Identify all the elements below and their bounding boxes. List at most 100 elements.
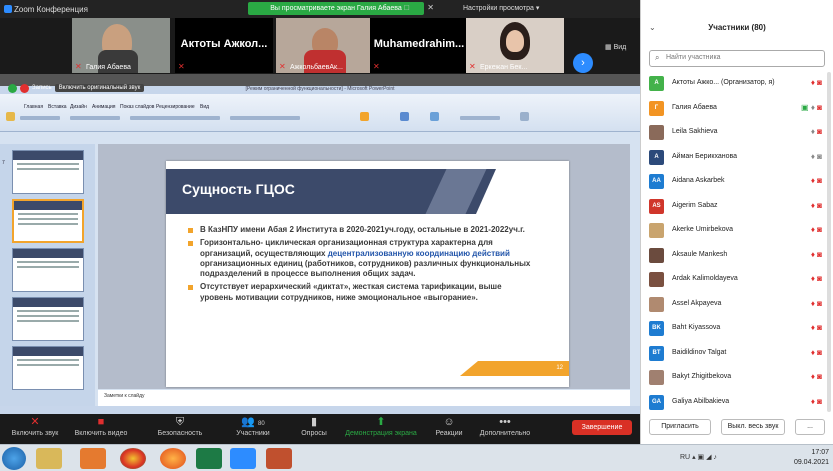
ribbon-tab[interactable]: Дизайн <box>70 104 87 110</box>
participant-status-icons: ♦ ◙ <box>811 348 822 357</box>
participant-row[interactable]: GA Galiya Abilbakieva ♦ ◙ <box>641 390 833 415</box>
participant-status-icons: ♦ ◙ <box>811 274 822 283</box>
participant-status-icons: ♦ ◙ <box>811 176 822 185</box>
end-meeting-button[interactable]: Завершение <box>572 420 632 435</box>
thumbnail[interactable]: ✕ АжкольбаевАк... <box>276 18 374 73</box>
avatar: GA <box>649 394 664 410</box>
arrange-icon[interactable] <box>400 112 409 121</box>
powerpoint-window: [Режим ограниченной функциональности] - … <box>0 86 640 414</box>
mute-all-button[interactable]: Выкл. весь звук <box>721 419 785 435</box>
participant-row[interactable]: A Айман Берикханова ♦ ◙ <box>641 145 833 170</box>
participant-row[interactable]: BK Baht Kiyassova ♦ ◙ <box>641 316 833 341</box>
paste-icon[interactable] <box>6 112 15 121</box>
avatar <box>649 223 664 238</box>
muted-mic-icon: ♦ <box>810 249 815 259</box>
windows-taskbar: RU ▴ ▣ ◢ ♪ 17:07 09.04.2021 <box>0 444 833 471</box>
meeting-toolbar: ✕ Включить звук ■ Включить видео ⛨ Безопасн… <box>0 414 640 444</box>
ribbon-tab[interactable]: Вид <box>200 104 209 110</box>
muted-mic-icon: ♦ <box>810 298 815 308</box>
security-button[interactable]: ⛨ Безопасность <box>150 415 210 437</box>
next-page-arrow-icon[interactable]: › <box>573 53 593 73</box>
participant-row[interactable]: Bakyt Zhigitbekova ♦ ◙ <box>641 365 833 390</box>
video-off-icon: ◙ <box>817 225 822 234</box>
excel-icon[interactable] <box>196 448 222 469</box>
more-button[interactable]: ••• Дополнительно <box>474 415 536 437</box>
share-screen-button[interactable]: ⬆ Демонстрация экрана <box>340 415 422 437</box>
participant-row[interactable]: Leila Sakhieva ♦ ◙ <box>641 120 833 145</box>
slide-thumbnail[interactable] <box>12 297 84 341</box>
ribbon-tab[interactable]: Главная <box>24 104 43 110</box>
slide-thumbnail[interactable] <box>12 346 84 390</box>
mic-icon: ♦ <box>810 151 815 161</box>
system-tray[interactable]: RU ▴ ▣ ◢ ♪ <box>680 453 717 461</box>
participant-name: Bakyt Zhigitbekova <box>672 373 732 380</box>
original-sound-button[interactable]: Включить оригинальный звук <box>54 84 145 92</box>
avatar <box>649 370 664 385</box>
clock[interactable]: 17:07 09.04.2021 <box>794 448 829 468</box>
media-player-icon[interactable] <box>80 448 106 469</box>
window-controls[interactable]: – □ ✕ <box>382 3 442 12</box>
ribbon-tab[interactable]: Вставка <box>48 104 67 110</box>
thumbnail[interactable]: Muhamedrahim... ✕ <box>370 18 468 73</box>
participant-status-icons: ♦ ◙ <box>811 299 822 308</box>
ribbon-tab[interactable]: Показ слайдов <box>120 104 154 110</box>
scrollbar[interactable] <box>827 72 831 412</box>
participant-row[interactable]: Akerke Umirbekova ♦ ◙ <box>641 218 833 243</box>
zoom-icon[interactable] <box>230 448 256 469</box>
slide-number: 12 <box>556 365 563 371</box>
window-title: Zoom Конференция <box>14 4 88 14</box>
participant-name: Aksaule Mankesh <box>672 250 728 258</box>
reactions-button[interactable]: ☺ Реакции <box>428 415 470 437</box>
start-video-button[interactable]: ■ Включить видео <box>70 415 132 437</box>
video-off-icon: ◙ <box>817 298 822 308</box>
mic-icon: ♦ <box>810 102 815 112</box>
participant-status-icons: ♦ ◙ <box>811 152 822 161</box>
thumbnail[interactable]: ✕ Еркежан Бек... <box>466 18 564 73</box>
view-options-button[interactable]: Настройки просмотра ▾ <box>463 4 539 12</box>
participant-row[interactable]: Ardak Kalimoldayeva ♦ ◙ <box>641 267 833 292</box>
participant-search-input[interactable]: ⌕ Найти участника <box>649 50 825 67</box>
slide-thumbnail[interactable] <box>12 150 84 194</box>
participant-row[interactable]: A Актоты Ажко... (Организатор, я) ♦ ◙ <box>641 71 833 96</box>
participant-name: Leila Sakhieva <box>672 128 718 135</box>
participant-row[interactable]: AA Aidana Askarbek ♦ ◙ <box>641 169 833 194</box>
slide-bullet: Горизонтально- циклическая организационн… <box>188 238 533 279</box>
participant-row[interactable]: Г Галия Абаева ▣ ♦ ◙ <box>641 96 833 121</box>
polls-button[interactable]: ▮ Опросы <box>292 415 336 437</box>
powerpoint-status-bar <box>0 406 640 414</box>
muted-mic-icon: ♦ <box>810 323 815 332</box>
participants-button[interactable]: 👥 80 Участники <box>225 415 281 437</box>
current-slide[interactable]: Сущность ГЦОС В КазНПУ имени Абая 2 Инст… <box>166 161 569 387</box>
slide-thumbnail-selected[interactable] <box>12 199 84 243</box>
thumbnail-name: Еркежан Бек... <box>480 64 528 71</box>
styles-icon[interactable] <box>430 112 439 121</box>
start-button[interactable] <box>2 447 26 470</box>
participant-row[interactable]: Assel Akpayeva ♦ ◙ <box>641 292 833 317</box>
panel-more-button[interactable]: ... <box>795 419 825 435</box>
participant-name: Akerke Umirbekova <box>672 226 734 233</box>
shapes-icon[interactable] <box>360 112 369 121</box>
unmute-button[interactable]: ✕ Включить звук <box>6 415 64 437</box>
slide-thumbnail[interactable] <box>12 248 84 292</box>
slide-notes[interactable]: Заметки к слайду <box>98 390 630 406</box>
video-off-icon: ◙ <box>817 102 822 112</box>
ribbon-tab[interactable]: Рецензирование <box>156 104 195 110</box>
participant-name: Aidana Askarbek <box>672 177 725 184</box>
recording-icon <box>20 83 29 93</box>
find-icon[interactable] <box>520 112 529 121</box>
ribbon-tab[interactable]: Анимация <box>92 104 115 110</box>
participant-row[interactable]: AS Aigerim Sabaz ♦ ◙ <box>641 194 833 219</box>
participant-row[interactable]: BT Baidildinov Talgat ♦ ◙ <box>641 341 833 366</box>
participant-name: Baht Kiyassova <box>672 324 721 331</box>
thumbnail[interactable]: Актоты Ажкол... ✕ <box>175 18 273 73</box>
participant-row[interactable]: Aksaule Mankesh ♦ ◙ <box>641 243 833 268</box>
chrome-icon[interactable] <box>120 448 146 469</box>
firefox-icon[interactable] <box>160 448 186 469</box>
view-button[interactable]: ▦ Вид <box>605 43 626 51</box>
muted-mic-icon: ✕ <box>178 62 185 71</box>
invite-button[interactable]: Пригласить <box>649 419 711 435</box>
powerpoint-ribbon: Главная Вставка Дизайн Анимация Показ сл… <box>0 94 640 132</box>
thumbnail[interactable]: ✕ Галия Абаева <box>72 18 170 73</box>
file-explorer-icon[interactable] <box>36 448 62 469</box>
powerpoint-icon[interactable] <box>266 448 292 469</box>
